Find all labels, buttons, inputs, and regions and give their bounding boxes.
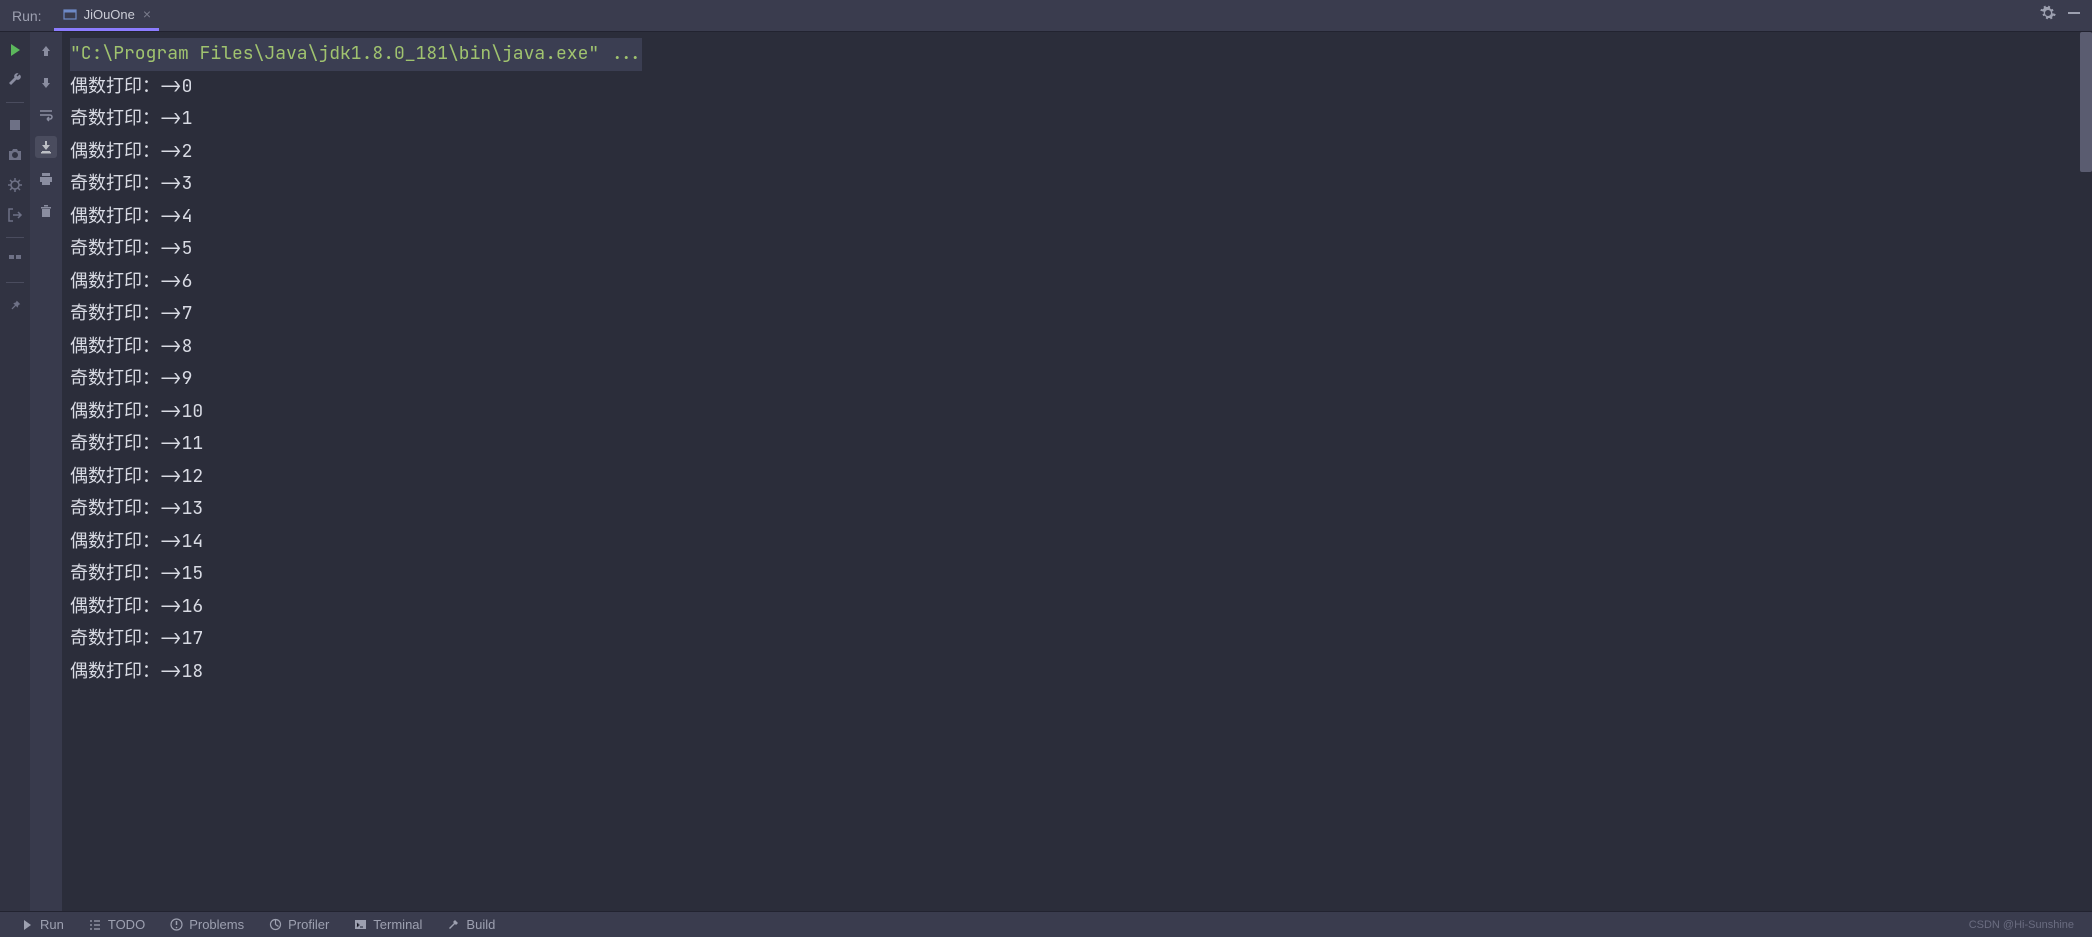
hammer-icon: [446, 918, 460, 932]
main-area: "C:\Program Files\Java\jdk1.8.0_181\bin\…: [0, 32, 2092, 911]
stop-button[interactable]: [5, 115, 25, 135]
build-button[interactable]: Build: [434, 912, 507, 937]
play-icon: [20, 918, 34, 932]
output-line: 奇数打印：->9: [70, 363, 2084, 396]
run-tab-bar: Run: JiOuOne ×: [0, 0, 2092, 32]
output-line: 偶数打印：->2: [70, 136, 2084, 169]
run-toolbar-secondary: [30, 32, 62, 911]
tab-title: JiOuOne: [84, 7, 135, 22]
scrollbar[interactable]: [2080, 32, 2092, 172]
divider: [6, 237, 24, 238]
rerun-button[interactable]: [5, 40, 25, 60]
tab-bar-actions: [2040, 5, 2092, 26]
exit-icon[interactable]: [5, 205, 25, 225]
clear-all-icon[interactable]: [35, 200, 57, 222]
application-icon: [62, 6, 78, 22]
bottom-toolbar: Run TODO Problems Profiler Terminal Buil…: [0, 911, 2092, 937]
run-tool-window-button[interactable]: Run: [8, 912, 76, 937]
terminal-icon: [353, 918, 367, 932]
profiler-label: Profiler: [288, 917, 329, 932]
output-line: 偶数打印：->4: [70, 201, 2084, 234]
profiler-button[interactable]: Profiler: [256, 912, 341, 937]
output-line: 奇数打印：->17: [70, 623, 2084, 656]
output-line: 奇数打印：->3: [70, 168, 2084, 201]
up-arrow-icon[interactable]: [35, 40, 57, 62]
output-line: 偶数打印：->8: [70, 331, 2084, 364]
run-label: Run:: [0, 8, 54, 24]
run-tab[interactable]: JiOuOne ×: [54, 0, 160, 31]
todo-label: TODO: [108, 917, 145, 932]
pin-icon[interactable]: [5, 295, 25, 315]
terminal-button[interactable]: Terminal: [341, 912, 434, 937]
scroll-to-end-icon[interactable]: [35, 136, 57, 158]
wrench-icon[interactable]: [5, 70, 25, 90]
run-toolbar-left: [0, 32, 30, 911]
divider: [6, 282, 24, 283]
minimize-icon[interactable]: [2066, 5, 2082, 26]
profiler-icon: [268, 918, 282, 932]
output-line: 奇数打印：->15: [70, 558, 2084, 591]
output-line: 奇数打印：->5: [70, 233, 2084, 266]
down-arrow-icon[interactable]: [35, 72, 57, 94]
output-line: 奇数打印：->1: [70, 103, 2084, 136]
output-line: 偶数打印：->0: [70, 71, 2084, 104]
print-icon[interactable]: [35, 168, 57, 190]
run-label: Run: [40, 917, 64, 932]
terminal-label: Terminal: [373, 917, 422, 932]
close-tab-icon[interactable]: ×: [143, 6, 151, 22]
debug-icon[interactable]: [5, 175, 25, 195]
divider: [6, 102, 24, 103]
build-label: Build: [466, 917, 495, 932]
camera-icon[interactable]: [5, 145, 25, 165]
output-line: 奇数打印：->7: [70, 298, 2084, 331]
output-line: 偶数打印：->16: [70, 591, 2084, 624]
soft-wrap-icon[interactable]: [35, 104, 57, 126]
console-output[interactable]: "C:\Program Files\Java\jdk1.8.0_181\bin\…: [62, 32, 2092, 911]
output-line: 偶数打印：->14: [70, 526, 2084, 559]
problems-button[interactable]: Problems: [157, 912, 256, 937]
output-line: 偶数打印：->18: [70, 656, 2084, 689]
output-line: 奇数打印：->11: [70, 428, 2084, 461]
watermark: CSDN @Hi-Sunshine: [1969, 919, 2084, 931]
todo-button[interactable]: TODO: [76, 912, 157, 937]
list-icon: [88, 918, 102, 932]
output-line: 偶数打印：->6: [70, 266, 2084, 299]
warning-icon: [169, 918, 183, 932]
output-line: 偶数打印：->10: [70, 396, 2084, 429]
gear-icon[interactable]: [2040, 5, 2056, 26]
problems-label: Problems: [189, 917, 244, 932]
command-line: "C:\Program Files\Java\jdk1.8.0_181\bin\…: [70, 38, 642, 71]
output-line: 偶数打印：->12: [70, 461, 2084, 494]
layout-icon[interactable]: [5, 250, 25, 270]
output-line: 奇数打印：->13: [70, 493, 2084, 526]
